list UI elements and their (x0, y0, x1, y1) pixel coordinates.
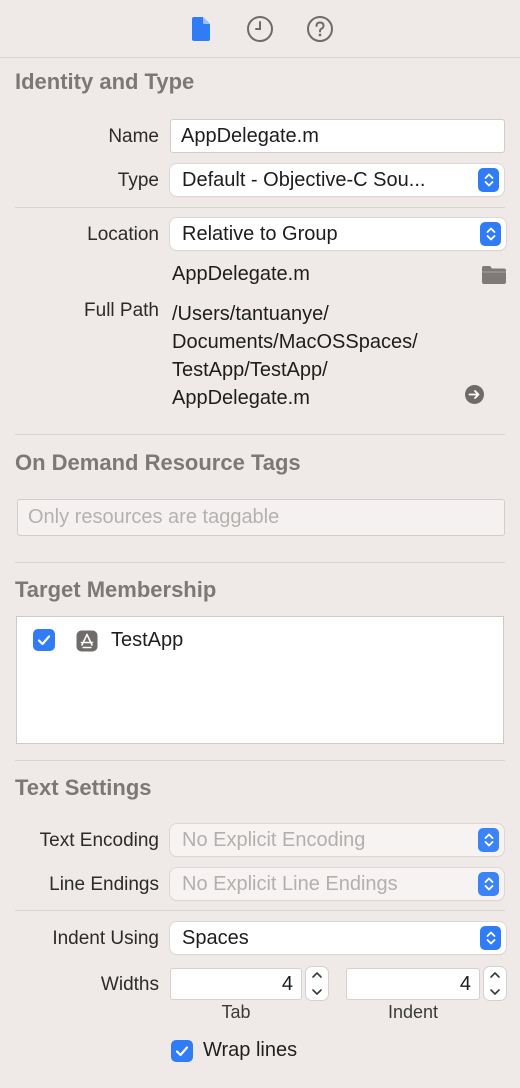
widths-label: Widths (100, 974, 159, 995)
full-path-line: /Users/tantuanye/ (172, 303, 329, 325)
divider (15, 910, 505, 911)
popup-arrows-icon (480, 222, 501, 246)
indent-using-value: Spaces (182, 926, 249, 949)
divider (15, 434, 505, 435)
type-popup[interactable]: Default - Objective-C Sou... (170, 164, 504, 196)
location-label: Location (87, 224, 159, 245)
on-demand-section-title: On Demand Resource Tags (15, 450, 301, 475)
name-field[interactable]: AppDelegate.m (170, 119, 505, 153)
full-path-line: Documents/MacOSSpaces/ (172, 331, 418, 353)
indent-width-stepper[interactable] (484, 967, 506, 1000)
line-endings-label: Line Endings (49, 874, 159, 895)
stepper-down-icon[interactable] (489, 987, 501, 997)
wrap-lines-checkbox[interactable] (171, 1040, 193, 1062)
line-endings-popup[interactable]: No Explicit Line Endings (170, 868, 504, 900)
divider (15, 207, 505, 208)
divider (15, 562, 505, 563)
indent-caption: Indent (387, 1002, 439, 1022)
location-popup-value: Relative to Group (182, 222, 338, 245)
popup-arrows-icon (478, 872, 499, 896)
text-encoding-popup[interactable]: No Explicit Encoding (170, 824, 504, 856)
tab-width-field[interactable]: 4 (170, 968, 302, 1000)
line-endings-value: No Explicit Line Endings (182, 872, 398, 895)
type-label: Type (117, 170, 159, 191)
file-name-text: AppDelegate.m (172, 263, 310, 285)
full-path-line: TestApp/TestApp/ (172, 359, 328, 381)
divider (15, 760, 505, 761)
popup-arrows-icon (478, 168, 499, 192)
full-path-label: Full Path (84, 300, 159, 321)
app-target-icon (76, 630, 98, 657)
tab-width-stepper[interactable] (306, 967, 328, 1000)
full-path-line: AppDelegate.m (172, 387, 310, 409)
question-icon[interactable] (305, 14, 335, 44)
indent-using-label: Indent Using (52, 928, 159, 949)
popup-arrows-icon (480, 926, 501, 950)
indent-width-field[interactable]: 4 (346, 968, 480, 1000)
indent-using-popup[interactable]: Spaces (170, 922, 506, 954)
stepper-down-icon[interactable] (311, 987, 323, 997)
stepper-up-icon[interactable] (489, 970, 501, 980)
document-icon[interactable] (186, 14, 216, 44)
reveal-in-finder-icon[interactable] (464, 384, 485, 410)
tab-caption: Tab (221, 1002, 251, 1022)
wrap-lines-label[interactable]: Wrap lines (203, 1039, 297, 1062)
stepper-up-icon[interactable] (311, 970, 323, 980)
folder-icon[interactable] (481, 265, 507, 290)
text-encoding-label: Text Encoding (39, 830, 159, 851)
inspector-tab-bar (0, 0, 520, 58)
clock-icon[interactable] (245, 14, 275, 44)
type-popup-value: Default - Objective-C Sou... (182, 168, 426, 191)
identity-section-title: Identity and Type (15, 69, 195, 94)
target-membership-section-title: Target Membership (15, 577, 217, 602)
target-label: TestApp (111, 629, 184, 651)
target-membership-list: TestApp (16, 616, 504, 744)
target-checkbox[interactable] (33, 629, 55, 651)
location-popup[interactable]: Relative to Group (170, 218, 506, 250)
text-encoding-value: No Explicit Encoding (182, 828, 366, 851)
resource-tags-field[interactable]: Only resources are taggable (17, 499, 505, 536)
name-label: Name (108, 126, 159, 147)
text-settings-section-title: Text Settings (15, 775, 152, 800)
full-path-value: /Users/tantuanye/ Documents/MacOSSpaces/… (172, 300, 418, 412)
popup-arrows-icon (478, 828, 499, 852)
